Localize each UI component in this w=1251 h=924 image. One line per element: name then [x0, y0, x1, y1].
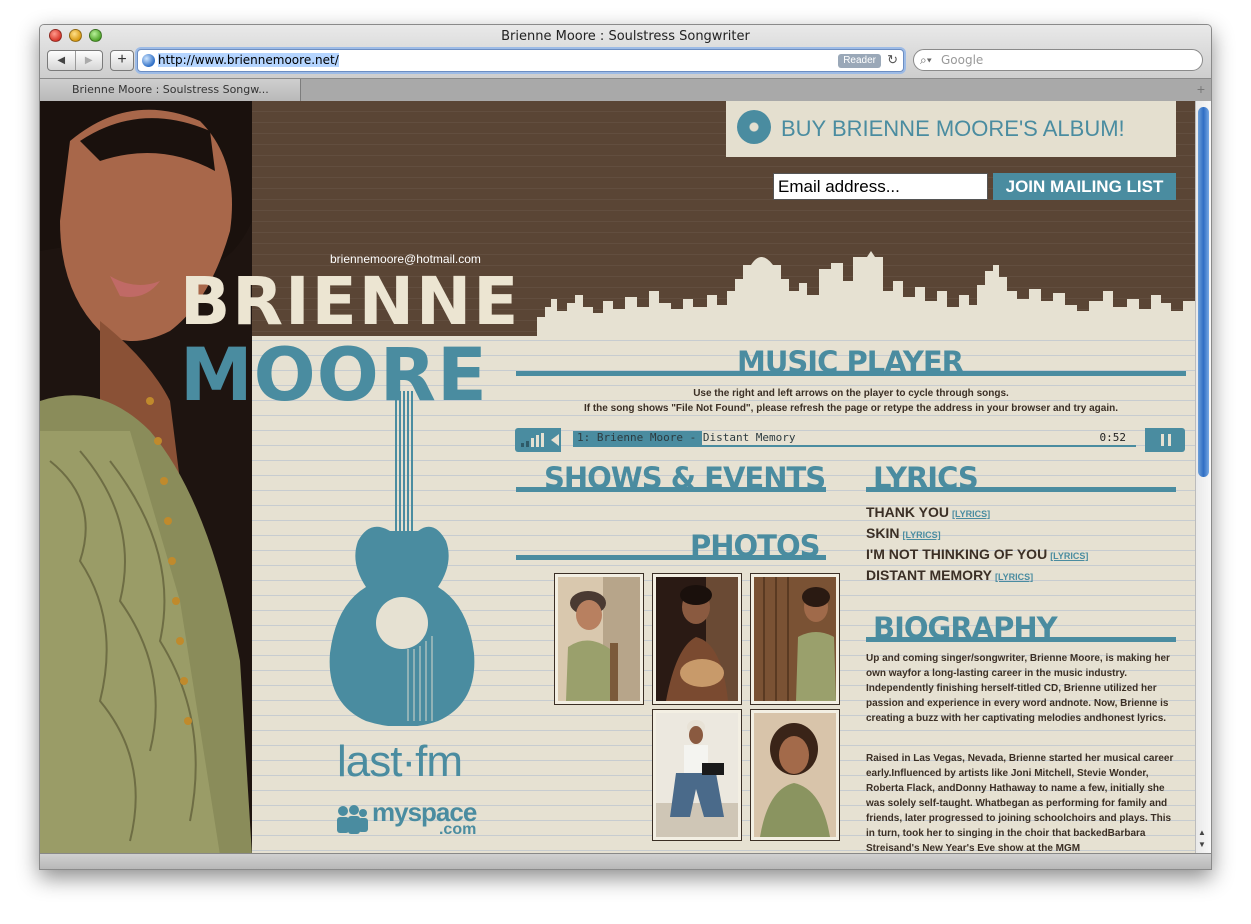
music-player-rule	[516, 371, 1186, 376]
lyric-link[interactable]: [LYRICS]	[952, 509, 990, 519]
photo-3-image	[754, 577, 836, 701]
biography-paragraph-1: Up and coming singer/songwriter, Brienne…	[866, 653, 1170, 724]
cd-icon	[737, 110, 771, 144]
photo-thumb-5[interactable]	[750, 709, 840, 841]
photo-2-image	[656, 577, 738, 701]
player-instructions-2: If the song shows "File Not Found", plea…	[583, 403, 1119, 414]
myspace-label: myspace	[372, 797, 477, 827]
globe-icon	[142, 54, 155, 67]
new-tab-button[interactable]: +	[1197, 81, 1205, 97]
url-text[interactable]: http://www.briennemoore.net/	[158, 53, 339, 67]
photo-1-image	[558, 577, 640, 701]
title-bar: Brienne Moore : Soulstress Songwriter ◀ …	[40, 25, 1211, 101]
lyric-link[interactable]: [LYRICS]	[995, 572, 1033, 582]
volume-button[interactable]	[515, 428, 561, 452]
lyric-item: THANK YOU [LYRICS]	[866, 504, 991, 520]
search-placeholder: Google	[941, 53, 984, 67]
address-bar[interactable]: http://www.briennemoore.net/ Reader ↻	[137, 49, 904, 72]
photo-thumb-3[interactable]	[750, 573, 840, 705]
buy-album-label: BUY BRIENNE MOORE'S ALBUM!	[781, 116, 1125, 141]
player-instructions-1: Use the right and left arrows on the pla…	[693, 388, 1009, 399]
back-arrow-icon: ◀	[57, 55, 66, 66]
lyric-item: DISTANT MEMORY [LYRICS]	[866, 567, 1034, 583]
myspace-people-icon	[337, 805, 368, 834]
status-bar	[40, 853, 1211, 869]
city-skyline	[537, 251, 1197, 337]
scroll-up-arrow-icon[interactable]: ▲	[1198, 828, 1206, 837]
reader-button[interactable]: Reader	[838, 54, 881, 68]
shows-events-rule	[516, 487, 826, 492]
song-time: 0:52	[1099, 431, 1127, 444]
player-progress[interactable]: 1: Brienne Moore - Distant Memory 0:52	[573, 431, 1136, 445]
current-song: 1: Brienne Moore - Distant Memory	[577, 431, 796, 444]
forward-button[interactable]: ▶	[76, 51, 103, 70]
lyric-item: I'M NOT THINKING OF YOU [LYRICS]	[866, 546, 1089, 562]
guitar-icon	[329, 391, 475, 726]
vertical-scrollbar[interactable]: ▲ ▼	[1195, 101, 1211, 855]
pause-icon	[1161, 434, 1171, 446]
email-field[interactable]: Email address...	[773, 173, 988, 200]
back-button[interactable]: ◀	[48, 51, 76, 70]
myspace-link[interactable]: myspace .com	[336, 797, 477, 838]
window-title: Brienne Moore : Soulstress Songwriter	[501, 29, 750, 44]
photo-5-image	[754, 713, 836, 837]
add-bookmark-button[interactable]: +	[110, 50, 134, 71]
biography-paragraph-2: Raised in Las Vegas, Nevada, Brienne sta…	[866, 753, 1174, 854]
photo-thumb-1[interactable]	[554, 573, 644, 705]
artist-photo	[40, 101, 252, 855]
search-field[interactable]: ⌕▾ Google	[913, 49, 1203, 71]
photos-rule	[516, 555, 826, 560]
scroll-down-arrow-icon[interactable]: ▼	[1198, 840, 1206, 849]
photo-4-image	[656, 713, 738, 837]
scrollbar-thumb[interactable]	[1198, 107, 1209, 477]
reload-icon[interactable]: ↻	[887, 52, 898, 68]
buy-album-button[interactable]: BUY BRIENNE MOORE'S ALBUM!	[726, 101, 1176, 157]
brand-first-name: BRIENNE	[180, 263, 521, 340]
tab-brienne-moore[interactable]: Brienne Moore : Soulstress Songw...	[40, 79, 301, 101]
search-icon: ⌕▾	[920, 53, 932, 67]
volume-icon	[521, 433, 559, 447]
lyric-link[interactable]: [LYRICS]	[1050, 551, 1088, 561]
nav-buttons: ◀ ▶	[47, 50, 103, 71]
photo-thumb-4[interactable]	[652, 709, 742, 841]
lastfm-link[interactable]: last·fm	[337, 737, 463, 787]
browser-window: Brienne Moore : Soulstress Songwriter ◀ …	[39, 24, 1212, 870]
photo-thumb-2[interactable]	[652, 573, 742, 705]
tab-strip: Brienne Moore : Soulstress Songw... +	[40, 78, 1211, 101]
lyric-item: SKIN [LYRICS]	[866, 525, 941, 541]
lyric-link[interactable]: [LYRICS]	[902, 530, 940, 540]
player-track-line	[573, 445, 1136, 447]
lyrics-rule	[866, 487, 1176, 492]
join-mailing-list-button[interactable]: JOIN MAILING LIST	[993, 173, 1176, 200]
web-page: briennemoore@hotmail.com BRIENNE MOORE l…	[40, 101, 1197, 855]
music-player: 1: Brienne Moore - Distant Memory 0:52	[515, 428, 1185, 452]
pause-button[interactable]	[1145, 428, 1185, 452]
biography-rule	[866, 637, 1176, 642]
forward-arrow-icon: ▶	[84, 55, 93, 66]
